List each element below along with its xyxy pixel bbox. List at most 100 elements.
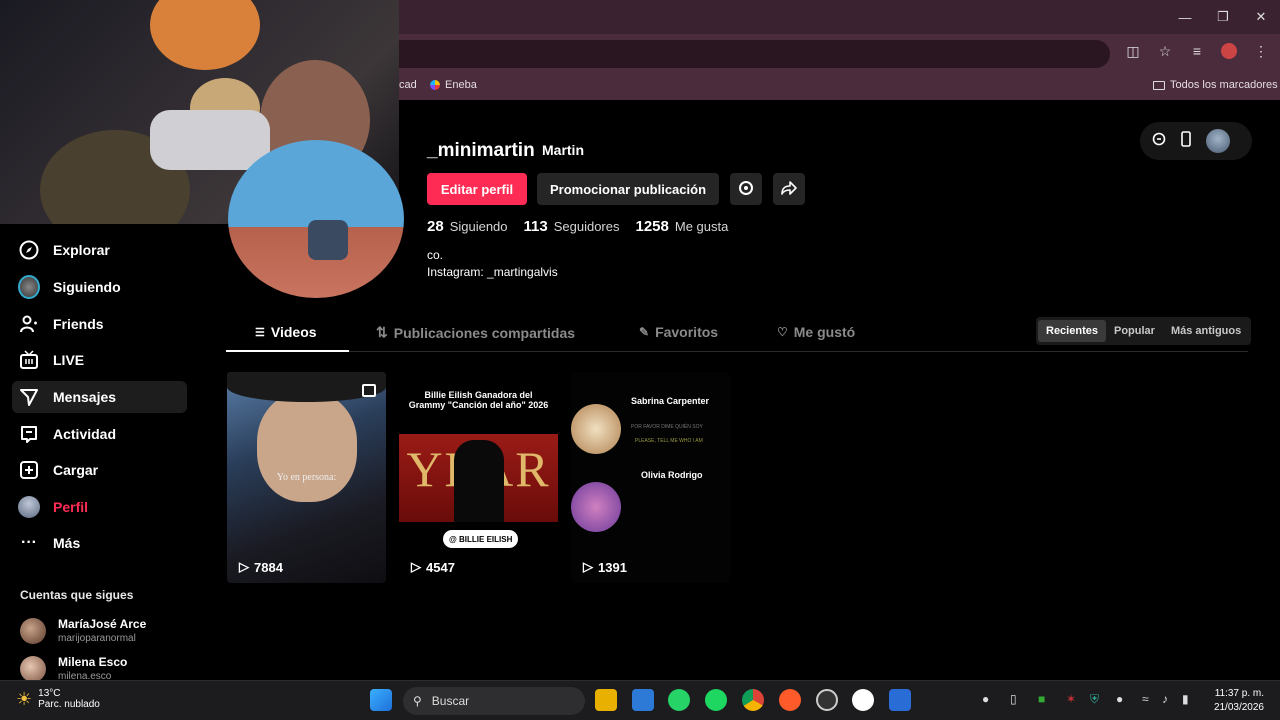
profile-username: _minimartin: [427, 140, 535, 161]
omnibox[interactable]: [380, 40, 1110, 68]
coins-icon[interactable]: [1152, 132, 1166, 151]
settings-button[interactable]: [730, 173, 762, 205]
battery-icon[interactable]: ▮: [1182, 692, 1189, 706]
nav-actividad[interactable]: Actividad: [12, 418, 187, 450]
taskbar-clock[interactable]: 11:37 p. m. 21/03/2026: [1214, 687, 1264, 715]
store-icon[interactable]: [632, 689, 654, 711]
app-icon[interactable]: [852, 689, 874, 711]
video-name2: Olivia Rodrigo: [641, 470, 703, 480]
stat-likes: 1258 Me gusta: [636, 218, 729, 235]
tab-reposts[interactable]: ⇅ Publicaciones compartidas: [376, 324, 575, 341]
nav-label: LIVE: [53, 352, 85, 368]
nav-label: Friends: [53, 316, 104, 332]
shield-icon[interactable]: ⛨: [1090, 692, 1099, 707]
bookmark-star-icon[interactable]: ☆: [1156, 42, 1174, 60]
menu-dots-icon[interactable]: ⋮: [1252, 42, 1270, 60]
top-right-actions: [1140, 122, 1252, 160]
nav-cargar[interactable]: Cargar: [12, 454, 187, 486]
restore-button[interactable]: ❐: [1204, 0, 1242, 34]
eneba-icon: [430, 80, 440, 90]
nav-explorar[interactable]: Explorar: [12, 234, 187, 266]
sort-toggle: Recientes Popular Más antiguos: [1036, 317, 1252, 345]
nav-label: Mensajes: [53, 389, 117, 405]
nav-live[interactable]: LIVE: [12, 344, 187, 376]
video-card[interactable]: Billie Eilish Ganadora del Grammy "Canci…: [399, 372, 558, 583]
volume-icon[interactable]: ♪: [1162, 692, 1168, 706]
bookmark-eneba[interactable]: Eneba: [430, 79, 477, 91]
nav-label: Más: [53, 535, 81, 551]
tab-favorites[interactable]: ✎ Favoritos: [639, 324, 718, 340]
sort-popular[interactable]: Popular: [1106, 320, 1163, 342]
tray-icon[interactable]: ●: [982, 692, 989, 706]
tab-label: Favoritos: [655, 324, 719, 340]
bookmark-icon: ✎: [639, 325, 650, 339]
whatsapp-icon[interactable]: [668, 689, 690, 711]
profile-avatar: [228, 140, 404, 298]
active-tab-indicator: [226, 350, 349, 352]
nav-perfil[interactable]: Perfil: [12, 491, 187, 523]
inbox-icon: [18, 423, 40, 445]
stat-following[interactable]: 28 Siguiendo: [427, 218, 508, 235]
bookmark-item[interactable]: cad: [399, 79, 417, 91]
tab-videos[interactable]: ☰ Videos: [255, 324, 317, 340]
paper-plane-icon: [18, 386, 40, 408]
live-icon: [18, 349, 40, 371]
stat-followers[interactable]: 113 Seguidores: [524, 218, 620, 235]
video-caption: Yo en persona:: [276, 472, 337, 483]
play-icon: ▷: [411, 559, 421, 574]
share-profile-button[interactable]: [773, 173, 805, 205]
nav-friends[interactable]: Friends: [12, 308, 187, 340]
usb-icon[interactable]: ▯: [1010, 692, 1017, 706]
thumbnail-person: [454, 440, 504, 522]
nav-mas[interactable]: ··· Más: [12, 527, 187, 559]
nav-label: Cargar: [53, 462, 99, 478]
app-icon[interactable]: [816, 689, 838, 711]
view-count: ▷ 1391: [583, 559, 627, 575]
avatar[interactable]: [1206, 129, 1230, 153]
app-icon[interactable]: [889, 689, 911, 711]
nav-label: Actividad: [53, 426, 117, 442]
weather-desc: Parc. nublado: [38, 699, 100, 710]
nav-mensajes[interactable]: Mensajes: [12, 381, 187, 413]
spotify-icon[interactable]: [705, 689, 727, 711]
stat-value: 1258: [635, 218, 669, 235]
edit-profile-button[interactable]: Editar perfil: [427, 173, 527, 205]
app-icon[interactable]: [779, 689, 801, 711]
sort-recent[interactable]: Recientes: [1038, 320, 1106, 342]
nav-siguiendo[interactable]: Siguiendo: [12, 271, 187, 303]
followed-account[interactable]: MaríaJosé Arce marijoparanormal: [20, 617, 146, 644]
sort-oldest[interactable]: Más antiguos: [1163, 320, 1249, 342]
phone-icon[interactable]: [1180, 130, 1192, 152]
play-icon: ▷: [583, 559, 593, 574]
taskbar-search[interactable]: ⚲ Buscar: [403, 687, 585, 715]
profile-icon[interactable]: [1220, 42, 1238, 60]
view-count-value: 1391: [598, 559, 627, 575]
thumbnail-face: [257, 392, 357, 502]
video-card[interactable]: Sabrina Carpenter POR FAVOR DIME QUIÉN S…: [571, 372, 730, 583]
nav-label: Perfil: [53, 499, 89, 515]
stat-value: 28: [427, 218, 444, 235]
install-app-icon[interactable]: ◫: [1124, 42, 1142, 60]
windows-start-icon[interactable]: [370, 689, 392, 711]
minimize-button[interactable]: —: [1166, 0, 1204, 34]
chrome-icon[interactable]: [742, 689, 764, 711]
stat-label: Siguiendo: [449, 219, 508, 234]
followed-account[interactable]: Milena Esco milena.esco: [20, 655, 127, 682]
promote-post-button[interactable]: Promocionar publicación: [537, 173, 719, 205]
weather-widget[interactable]: ☀ 13°C Parc. nublado: [16, 688, 100, 710]
tray-icon[interactable]: ✶: [1066, 692, 1076, 706]
video-card[interactable]: Yo en persona: ▷ 7884: [227, 372, 386, 583]
tab-label: Publicaciones compartidas: [393, 324, 576, 341]
nav-label: Explorar: [53, 242, 110, 258]
view-count-value: 4547: [426, 559, 455, 575]
microphone-icon[interactable]: ●: [1116, 692, 1123, 706]
all-bookmarks[interactable]: Todos los marcadores: [1153, 79, 1278, 91]
close-window-button[interactable]: ✕: [1242, 0, 1280, 34]
tab-liked[interactable]: ♡ Me gustó: [777, 324, 855, 340]
avatar: [20, 617, 46, 644]
nvidia-icon[interactable]: ■: [1038, 692, 1045, 706]
wifi-icon[interactable]: ≈: [1142, 692, 1149, 706]
media-control-icon[interactable]: ≡: [1188, 42, 1206, 60]
file-explorer-icon[interactable]: [595, 689, 617, 711]
pinned-icon: [362, 384, 376, 397]
